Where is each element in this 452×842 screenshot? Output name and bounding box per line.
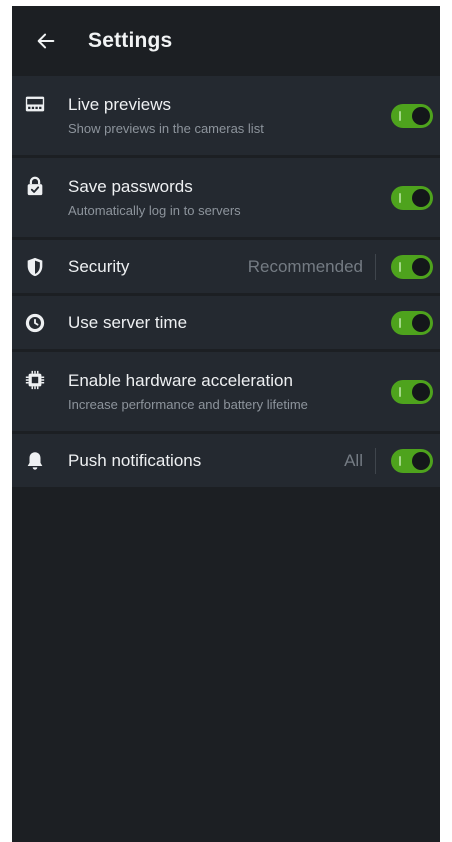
setting-live-previews[interactable]: Live previews Show previews in the camer… bbox=[12, 76, 440, 158]
film-strip-icon bbox=[24, 93, 46, 115]
toggle-on-mark bbox=[399, 192, 401, 203]
vertical-divider bbox=[375, 253, 376, 280]
toggle-on-mark bbox=[399, 110, 401, 121]
use-server-time-toggle[interactable] bbox=[391, 310, 433, 335]
setting-title: Push notifications bbox=[68, 450, 202, 470]
shield-icon bbox=[24, 256, 46, 278]
setting-hardware-acceleration[interactable]: Enable hardware acceleration Increase pe… bbox=[12, 352, 440, 434]
bell-icon bbox=[24, 450, 46, 472]
toggle-on-mark bbox=[399, 261, 401, 272]
toggle-knob bbox=[412, 257, 430, 276]
app-bar: Settings bbox=[12, 6, 440, 76]
setting-subtitle: Increase performance and battery lifetim… bbox=[68, 396, 308, 412]
live-previews-toggle[interactable] bbox=[391, 103, 433, 128]
toggle-on-mark bbox=[399, 455, 401, 466]
lock-check-icon bbox=[24, 175, 46, 197]
setting-title: Use server time bbox=[68, 312, 188, 332]
setting-save-passwords[interactable]: Save passwords Automatically log in to s… bbox=[12, 158, 440, 240]
arrow-left-icon bbox=[35, 30, 57, 52]
toggle-knob bbox=[412, 188, 430, 207]
hardware-acceleration-toggle[interactable] bbox=[391, 379, 433, 404]
save-passwords-toggle[interactable] bbox=[391, 185, 433, 210]
push-notifications-value: All bbox=[344, 450, 363, 470]
setting-subtitle: Show previews in the cameras list bbox=[68, 120, 264, 136]
toggle-knob bbox=[412, 106, 430, 125]
setting-push-notifications[interactable]: Push notifications All bbox=[12, 434, 440, 490]
setting-security[interactable]: Security Recommended bbox=[12, 240, 440, 296]
clock-icon bbox=[24, 312, 46, 334]
setting-title: Save passwords bbox=[68, 176, 193, 196]
setting-title: Enable hardware acceleration bbox=[68, 370, 293, 390]
push-notifications-toggle[interactable] bbox=[391, 448, 433, 473]
toggle-knob bbox=[412, 313, 430, 332]
setting-title: Live previews bbox=[68, 94, 171, 114]
toggle-on-mark bbox=[399, 386, 401, 397]
security-value: Recommended bbox=[247, 256, 363, 276]
setting-use-server-time[interactable]: Use server time bbox=[12, 296, 440, 352]
settings-screen: Settings Live previews Show previews in … bbox=[12, 6, 440, 842]
setting-title: Security bbox=[68, 256, 130, 276]
chip-icon bbox=[24, 369, 46, 391]
setting-subtitle: Automatically log in to servers bbox=[68, 202, 241, 218]
back-button[interactable] bbox=[18, 13, 74, 69]
toggle-knob bbox=[412, 382, 430, 401]
toggle-knob bbox=[412, 451, 430, 470]
vertical-divider bbox=[375, 447, 376, 474]
settings-list: Live previews Show previews in the camer… bbox=[12, 76, 440, 490]
security-toggle[interactable] bbox=[391, 254, 433, 279]
toggle-on-mark bbox=[399, 317, 401, 328]
page-title: Settings bbox=[88, 29, 173, 52]
